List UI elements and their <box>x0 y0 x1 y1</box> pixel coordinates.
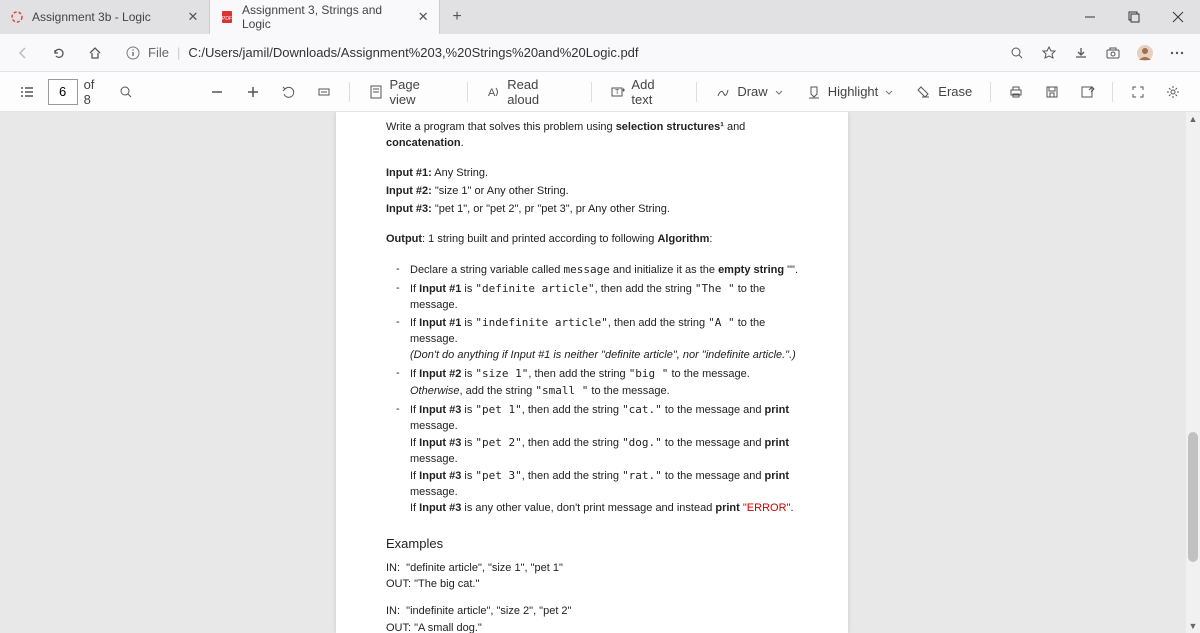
examples-heading: Examples <box>386 535 798 554</box>
tab-title-0: Assignment 3b - Logic <box>32 10 151 24</box>
url-text: C:/Users/jamil/Downloads/Assignment%203,… <box>188 45 638 60</box>
home-button[interactable] <box>80 38 110 68</box>
svg-text:T: T <box>615 89 620 96</box>
print-button[interactable] <box>1001 77 1031 107</box>
svg-text:A: A <box>488 87 496 99</box>
profile-button[interactable] <box>1130 38 1160 68</box>
draw-button[interactable]: Draw <box>707 77 791 107</box>
fullscreen-button[interactable] <box>1123 77 1153 107</box>
find-button[interactable] <box>111 77 141 107</box>
downloads-button[interactable] <box>1066 38 1096 68</box>
zoom-in-button[interactable] <box>238 77 268 107</box>
close-window-button[interactable] <box>1156 0 1200 34</box>
page-number-input[interactable] <box>48 79 78 105</box>
pdf-page: Write a program that solves this problem… <box>336 112 848 633</box>
back-button[interactable] <box>8 38 38 68</box>
page-view-button[interactable]: Page view <box>360 77 457 107</box>
tab-close-1[interactable]: ✕ <box>417 11 429 23</box>
window-controls <box>1068 0 1200 34</box>
tab-favicon-0 <box>10 10 24 24</box>
pdf-viewport[interactable]: Write a program that solves this problem… <box>0 112 1200 633</box>
save-button[interactable] <box>1037 77 1067 107</box>
pdf-icon: PDF <box>220 10 234 24</box>
tab-close-0[interactable]: ✕ <box>187 11 199 23</box>
zoom-out-button[interactable] <box>203 77 233 107</box>
minimize-button[interactable] <box>1068 0 1112 34</box>
screenshot-button[interactable] <box>1098 38 1128 68</box>
save-as-button[interactable] <box>1072 77 1102 107</box>
tab-1[interactable]: PDF Assignment 3, Strings and Logic ✕ <box>210 0 440 34</box>
new-tab-button[interactable]: + <box>440 0 474 34</box>
refresh-button[interactable] <box>44 38 74 68</box>
add-text-button[interactable]: TAdd text <box>602 77 687 107</box>
maximize-button[interactable] <box>1112 0 1156 34</box>
contents-button[interactable] <box>12 77 42 107</box>
settings-button[interactable] <box>1158 77 1188 107</box>
favorite-button[interactable] <box>1034 38 1064 68</box>
scroll-thumb[interactable] <box>1188 432 1198 562</box>
addressbar: File | C:/Users/jamil/Downloads/Assignme… <box>0 34 1200 72</box>
url-scheme: File <box>148 45 169 60</box>
menu-button[interactable] <box>1162 38 1192 68</box>
tab-0[interactable]: Assignment 3b - Logic ✕ <box>0 0 210 34</box>
info-icon <box>126 46 140 60</box>
url-separator: | <box>177 45 180 60</box>
erase-button[interactable]: Erase <box>908 77 980 107</box>
pdf-toolbar: of 8 Page view ARead aloud TAdd text Dra… <box>0 72 1200 112</box>
scroll-up-icon[interactable]: ▲ <box>1186 112 1200 126</box>
vertical-scrollbar[interactable]: ▲ ▼ <box>1186 112 1200 633</box>
page-total: of 8 <box>84 77 105 107</box>
tab-title-1: Assignment 3, Strings and Logic <box>242 3 409 31</box>
titlebar: Assignment 3b - Logic ✕ PDF Assignment 3… <box>0 0 1200 34</box>
read-aloud-button[interactable]: ARead aloud <box>478 77 581 107</box>
rotate-button[interactable] <box>274 77 304 107</box>
fit-button[interactable] <box>309 77 339 107</box>
svg-text:PDF: PDF <box>222 16 232 22</box>
url-bar[interactable]: File | C:/Users/jamil/Downloads/Assignme… <box>116 45 996 60</box>
zoom-icon[interactable] <box>1002 38 1032 68</box>
highlight-button[interactable]: Highlight <box>798 77 903 107</box>
scroll-down-icon[interactable]: ▼ <box>1186 619 1200 633</box>
